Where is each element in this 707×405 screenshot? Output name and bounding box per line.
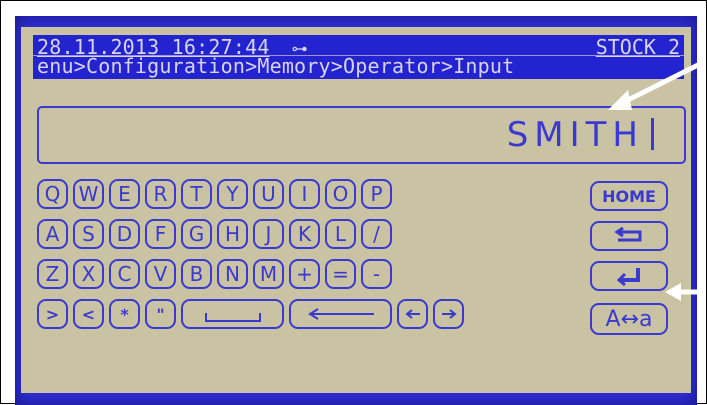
left-arrow-icon bbox=[404, 309, 420, 319]
case-toggle-button[interactable]: A↔a bbox=[590, 303, 668, 335]
status-header: 28.11.2013 16:27:44 ⊶ STOCK 2 enu>Configu… bbox=[33, 35, 684, 79]
key-c[interactable]: C bbox=[109, 259, 140, 289]
long-left-arrow-icon bbox=[307, 308, 374, 320]
cursor-right-key[interactable] bbox=[433, 299, 464, 329]
enter-button[interactable] bbox=[590, 261, 668, 291]
key-minus[interactable]: - bbox=[361, 259, 392, 289]
pointer-arrow-icon bbox=[665, 283, 705, 301]
space-icon bbox=[204, 312, 261, 322]
key-o[interactable]: O bbox=[325, 179, 356, 209]
key-y[interactable]: Y bbox=[217, 179, 248, 209]
key-slash[interactable]: / bbox=[361, 219, 392, 249]
stock-label: STOCK 2 bbox=[595, 35, 680, 59]
return-arrow-icon bbox=[614, 227, 642, 242]
key-s[interactable]: S bbox=[73, 219, 104, 249]
key-f[interactable]: F bbox=[145, 219, 176, 249]
key-equals[interactable]: = bbox=[325, 259, 356, 289]
key-asterisk[interactable]: * bbox=[109, 299, 140, 329]
backspace-key[interactable] bbox=[289, 299, 392, 329]
text-cursor bbox=[651, 118, 654, 150]
home-button[interactable]: HOME bbox=[590, 181, 668, 211]
key-greater-than[interactable]: > bbox=[37, 299, 68, 329]
key-quote[interactable]: " bbox=[145, 299, 176, 329]
key-v[interactable]: V bbox=[145, 259, 176, 289]
key-i[interactable]: I bbox=[289, 179, 320, 209]
key-h[interactable]: H bbox=[217, 219, 248, 249]
cursor-left-key[interactable] bbox=[397, 299, 428, 329]
input-value: SMITH bbox=[506, 115, 644, 155]
key-u[interactable]: U bbox=[253, 179, 284, 209]
key-p[interactable]: P bbox=[361, 179, 392, 209]
breadcrumb: enu>Configuration>Memory>Operator>Input bbox=[37, 54, 515, 78]
key-d[interactable]: D bbox=[109, 219, 140, 249]
pointer-arrow-icon bbox=[608, 60, 706, 110]
key-q[interactable]: Q bbox=[37, 179, 68, 209]
key-l[interactable]: L bbox=[325, 219, 356, 249]
key-t[interactable]: T bbox=[181, 179, 212, 209]
key-r[interactable]: R bbox=[145, 179, 176, 209]
lcd-screen: 28.11.2013 16:27:44 ⊶ STOCK 2 enu>Configu… bbox=[21, 27, 691, 393]
key-z[interactable]: Z bbox=[37, 259, 68, 289]
key-g[interactable]: G bbox=[181, 219, 212, 249]
name-input[interactable]: SMITH bbox=[37, 106, 686, 164]
key-k[interactable]: K bbox=[289, 219, 320, 249]
key-m[interactable]: M bbox=[253, 259, 284, 289]
key-x[interactable]: X bbox=[73, 259, 104, 289]
key-less-than[interactable]: < bbox=[73, 299, 104, 329]
key-w[interactable]: W bbox=[73, 179, 104, 209]
right-arrow-icon bbox=[441, 309, 457, 319]
key-b[interactable]: B bbox=[181, 259, 212, 289]
key-n[interactable]: N bbox=[217, 259, 248, 289]
key-plus[interactable]: + bbox=[289, 259, 320, 289]
space-key[interactable] bbox=[181, 299, 284, 329]
key-e[interactable]: E bbox=[109, 179, 140, 209]
back-button[interactable] bbox=[590, 221, 668, 251]
key-j[interactable]: J bbox=[253, 219, 284, 249]
key-a[interactable]: A bbox=[37, 219, 68, 249]
enter-arrow-icon bbox=[616, 268, 640, 286]
